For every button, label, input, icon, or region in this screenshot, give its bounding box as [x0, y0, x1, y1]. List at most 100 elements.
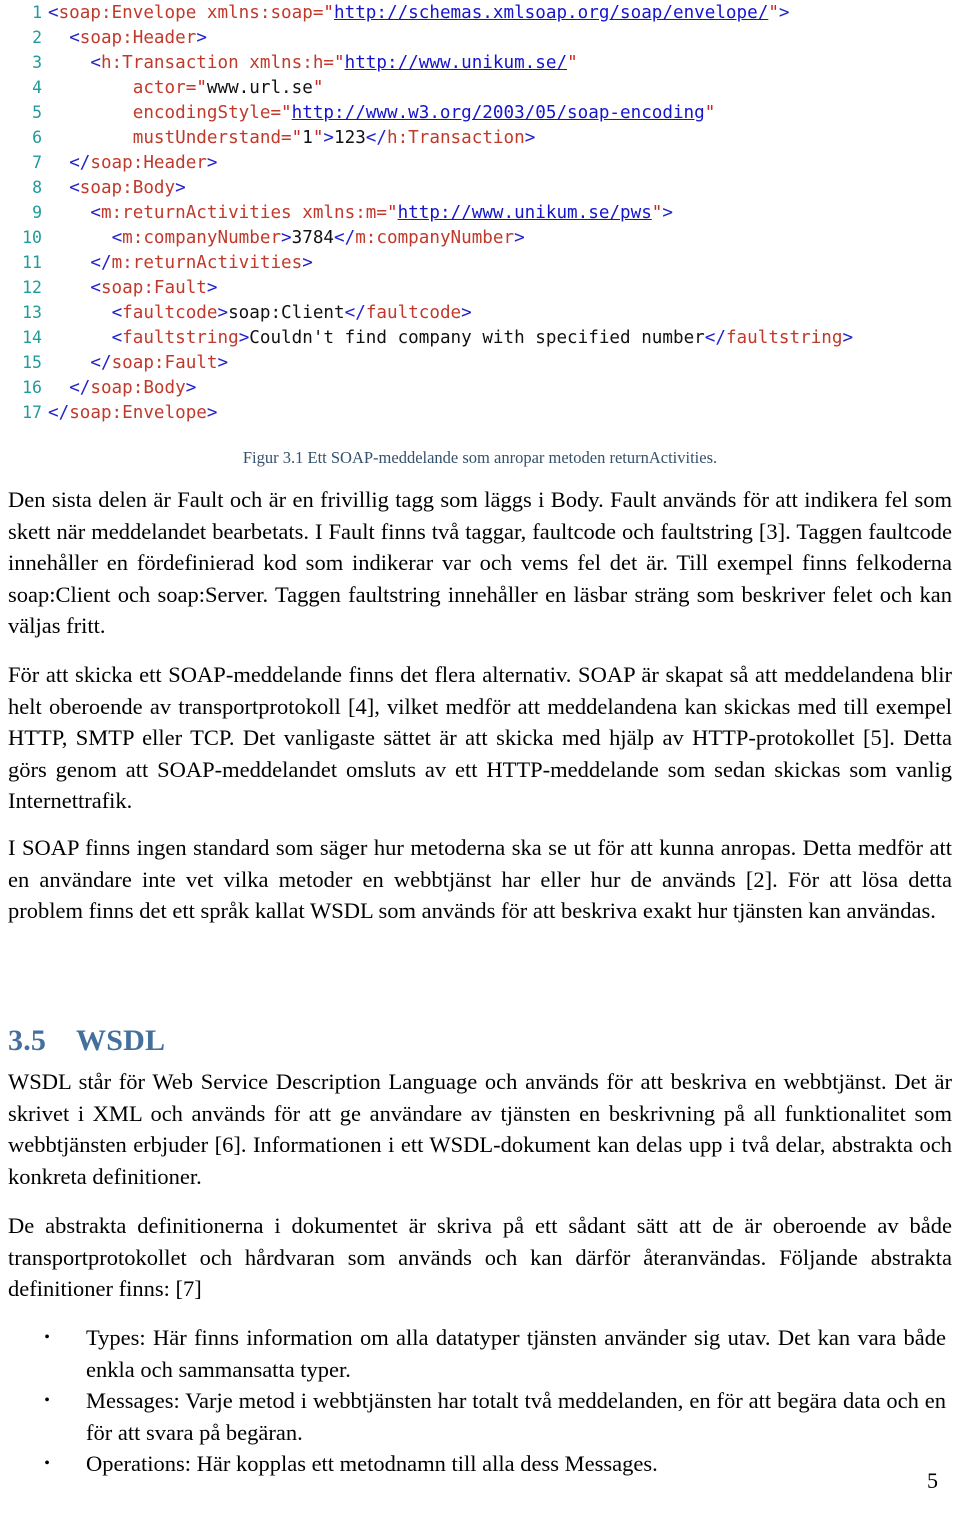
- code-token-br: >: [281, 228, 292, 248]
- code-token-tag: m:returnActivities: [100, 203, 292, 223]
- code-line: 13 <faultcode>soap:Client</faultcode>: [0, 300, 960, 325]
- code-token-br: </: [90, 353, 112, 373]
- code-line: 5 encodingStyle="http://www.w3.org/2003/…: [0, 100, 960, 125]
- code-line-number: 12: [22, 278, 42, 297]
- bullet-icon: •: [44, 1392, 50, 1409]
- code-token-txt: 1: [302, 128, 313, 148]
- code-token-br: <: [48, 3, 59, 23]
- paragraph-fault: Den sista delen är Fault och är en frivi…: [8, 484, 952, 642]
- code-token-br: >: [175, 178, 186, 198]
- code-token-q: ": [312, 128, 324, 148]
- code-token-br: </: [365, 128, 387, 148]
- paragraph-wsdl-intro-text: WSDL står för Web Service Description La…: [8, 1069, 952, 1189]
- list-item-text: Types: Här finns information om alla dat…: [86, 1325, 946, 1382]
- code-line-number: 13: [22, 303, 42, 322]
- code-line: 2 <soap:Header>: [0, 25, 960, 50]
- code-line-number: 10: [22, 228, 42, 247]
- code-line-number: 1: [32, 3, 42, 22]
- code-token-url[interactable]: http://www.w3.org/2003/05/soap-encoding: [292, 103, 705, 123]
- code-token-br: >: [323, 128, 335, 148]
- code-token-br: <: [69, 28, 80, 48]
- paragraph-abstract-definitions: De abstrakta definitionerna i dokumentet…: [8, 1210, 952, 1305]
- code-token-br: >: [514, 228, 525, 248]
- code-line: 16 </soap:Body>: [0, 375, 960, 400]
- code-line: 8 <soap:Body>: [0, 175, 960, 200]
- code-line: 11 </m:returnActivities>: [0, 250, 960, 275]
- code-token-eq: =: [376, 203, 387, 223]
- code-token-br: >: [238, 328, 250, 348]
- code-token-txt: 3784: [291, 228, 335, 248]
- code-token-tag: soap:Envelope: [58, 3, 197, 23]
- code-line-number: 7: [32, 153, 42, 172]
- section-number: 3.5: [8, 1024, 47, 1057]
- code-token-br: >: [302, 253, 313, 273]
- code-token-tag: soap:Fault: [100, 278, 207, 298]
- code-token-br: >: [662, 203, 673, 223]
- code-token-q: ": [651, 203, 663, 223]
- code-token-br: >: [196, 28, 207, 48]
- code-line: 3 <h:Transaction xmlns:h="http://www.uni…: [0, 50, 960, 75]
- bullet-icon: •: [44, 1329, 50, 1346]
- code-token-url[interactable]: http://schemas.xmlsoap.org/soap/envelope…: [334, 3, 768, 23]
- code-line-number: 17: [22, 403, 42, 422]
- code-token-tag: soap:Body: [90, 378, 186, 398]
- code-line: 4 actor="www.url.se": [0, 75, 960, 100]
- code-token-txt: www.url.se: [206, 78, 313, 98]
- code-token-br: <: [90, 203, 101, 223]
- code-line-number: 3: [32, 53, 42, 72]
- code-token-tag: m:returnActivities: [111, 253, 303, 273]
- code-token-tag: xmlns:m: [302, 203, 377, 223]
- code-token-q: ": [768, 3, 779, 23]
- code-token-br: >: [217, 303, 229, 323]
- code-listing-soap-message: 1 <soap:Envelope xmlns:soap="http://schem…: [0, 0, 960, 425]
- paragraph-sending: För att skicka ett SOAP-meddelande finns…: [8, 659, 952, 817]
- paragraph-no-standard: I SOAP finns ingen standard som säger hu…: [8, 832, 952, 927]
- code-token-tag: h:Transaction: [386, 128, 525, 148]
- code-token-q: ": [281, 103, 292, 123]
- list-item: • Operations: Här kopplas ett metodnamn t…: [8, 1448, 952, 1480]
- code-token-tag: actor: [132, 78, 186, 98]
- code-line: 1 <soap:Envelope xmlns:soap="http://schem…: [0, 0, 960, 25]
- code-token-tag: faultstring: [122, 328, 239, 348]
- code-line: 14 <faultstring>Couldn't find company wi…: [0, 325, 960, 350]
- code-token-url[interactable]: http://www.unikum.se/: [345, 53, 567, 73]
- code-token-q: ": [312, 78, 324, 98]
- code-token-eq: =: [185, 78, 197, 98]
- code-token-br: <: [111, 303, 123, 323]
- code-line-number: 11: [22, 253, 42, 272]
- code-line: 7 </soap:Header>: [0, 150, 960, 175]
- code-token-eq: =: [281, 128, 292, 148]
- code-line-number: 5: [32, 103, 42, 122]
- code-token-br: >: [206, 403, 218, 423]
- code-token-br: <: [90, 278, 101, 298]
- code-token-tag: soap:Fault: [111, 353, 218, 373]
- code-token-tag: mustUnderstand: [132, 128, 282, 148]
- code-token-br: </: [90, 253, 112, 273]
- code-token-br: >: [206, 153, 218, 173]
- code-token-br: </: [69, 153, 91, 173]
- code-line-number: 16: [22, 378, 42, 397]
- code-token-tag: h:Transaction: [100, 53, 239, 73]
- code-token-tag: soap:Envelope: [69, 403, 207, 423]
- code-token-txt: soap:Client: [228, 303, 345, 323]
- code-token-tag: soap:Body: [79, 178, 176, 198]
- code-line-number: 15: [22, 353, 42, 372]
- code-token-url[interactable]: http://www.unikum.se/pws: [398, 203, 652, 223]
- list-item: • Types: Här finns information om alla da…: [8, 1322, 952, 1385]
- wsdl-abstract-definitions-list: • Types: Här finns information om alla da…: [8, 1322, 952, 1480]
- code-token-tag: soap:Header: [90, 153, 207, 173]
- code-line-number: 2: [32, 28, 42, 47]
- code-token-br: >: [461, 303, 472, 323]
